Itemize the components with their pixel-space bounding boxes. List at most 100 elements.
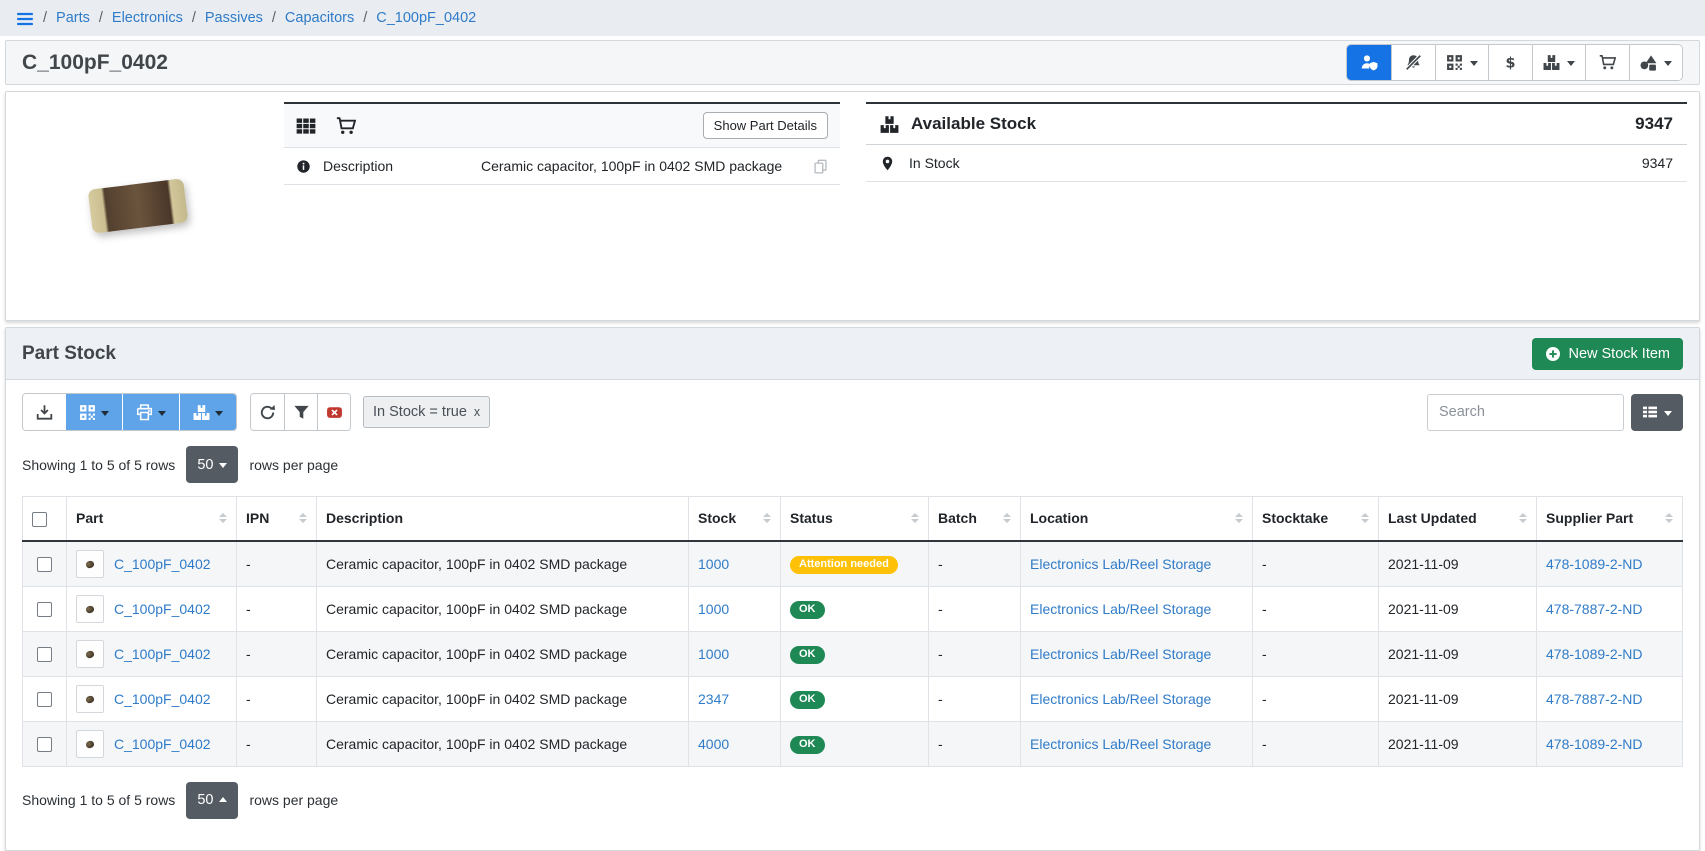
stock-link[interactable]: 1000 [698,556,729,572]
breadcrumb-link[interactable]: Capacitors [285,10,354,26]
part-link[interactable]: C_100pF_0402 [114,646,211,662]
location-link[interactable]: Electronics Lab/Reel Storage [1030,601,1211,617]
search-input[interactable] [1427,394,1624,431]
menu-icon[interactable] [16,10,34,26]
admin-button[interactable] [1347,45,1391,80]
notification-mute-button[interactable] [1391,45,1435,80]
last-updated-cell: 2021-11-09 [1379,541,1537,587]
sort-icon[interactable] [1353,513,1369,523]
sort-icon[interactable] [995,513,1011,523]
barcode-actions-button[interactable] [1435,45,1488,80]
column-header-ipn[interactable]: IPN [237,497,317,541]
cart-icon[interactable] [336,116,356,136]
row-checkbox[interactable] [37,647,52,662]
sort-icon[interactable] [903,513,919,523]
sort-icon[interactable] [755,513,771,523]
refresh-icon [259,404,276,421]
barcode-actions-button[interactable] [65,394,122,430]
part-stock-header: Part Stock New Stock Item [6,328,1699,380]
sort-icon[interactable] [1657,513,1673,523]
select-all-checkbox[interactable] [32,512,47,527]
stock-link[interactable]: 1000 [698,601,729,617]
print-actions-button[interactable] [122,394,179,430]
stock-table-row: C_100pF_0402-Ceramic capacitor, 100pF in… [23,721,1683,766]
export-button[interactable] [23,394,65,430]
stocktake-cell: - [1253,541,1379,587]
stock-summary-row: In Stock9347 [866,145,1687,182]
location-link[interactable]: Electronics Lab/Reel Storage [1030,556,1211,572]
chevron-down-icon [158,411,166,416]
stock-summary-label: In Stock [909,155,960,171]
order-actions-button[interactable] [1585,45,1629,80]
part-image[interactable] [18,102,258,310]
column-header-last-updated[interactable]: Last Updated [1379,497,1537,541]
page-size-select[interactable]: 50 [186,782,238,819]
breadcrumb-link[interactable]: Parts [56,10,90,26]
supplier-part-link[interactable]: 478-7887-2-ND [1546,691,1643,707]
sort-icon[interactable] [1511,513,1527,523]
page-size-select[interactable]: 50 [186,446,238,483]
description-cell: Ceramic capacitor, 100pF in 0402 SMD pac… [317,676,689,721]
location-link[interactable]: Electronics Lab/Reel Storage [1030,736,1211,752]
supplier-part-link[interactable]: 478-1089-2-ND [1546,646,1643,662]
row-checkbox[interactable] [37,737,52,752]
part-thumbnail [76,550,104,578]
breadcrumb-link[interactable]: Electronics [112,10,183,26]
row-checkbox[interactable] [37,557,52,572]
clear-filters-button[interactable] [317,394,350,430]
breadcrumb-separator: / [192,10,196,26]
location-link[interactable]: Electronics Lab/Reel Storage [1030,691,1211,707]
info-icon [296,159,311,174]
chevron-down-icon [1664,411,1672,416]
stock-link[interactable]: 2347 [698,691,729,707]
sort-icon[interactable] [291,513,307,523]
show-part-details-button[interactable]: Show Part Details [703,112,828,139]
breadcrumb-link[interactable]: Passives [205,10,263,26]
breadcrumb-link[interactable]: C_100pF_0402 [376,10,476,26]
part-link[interactable]: C_100pF_0402 [114,736,211,752]
stock-actions-button[interactable] [1532,45,1585,80]
batch-cell: - [929,631,1021,676]
pricing-button[interactable]: $ [1488,45,1532,80]
part-link[interactable]: C_100pF_0402 [114,556,211,572]
filter-button[interactable] [284,394,317,430]
column-header-supplier-part[interactable]: Supplier Part [1537,497,1683,541]
sort-icon[interactable] [1227,513,1243,523]
reload-button[interactable] [251,394,284,430]
new-stock-item-button[interactable]: New Stock Item [1532,338,1683,370]
ipn-cell: - [237,541,317,587]
row-checkbox[interactable] [37,692,52,707]
sort-icon[interactable] [211,513,227,523]
supplier-part-link[interactable]: 478-7887-2-ND [1546,601,1643,617]
grid-icon[interactable] [296,116,316,136]
column-header-stocktake[interactable]: Stocktake [1253,497,1379,541]
part-thumbnail [76,595,104,623]
remove-filter-icon[interactable]: x [474,405,480,419]
column-header-status[interactable]: Status [781,497,929,541]
ipn-cell: - [237,631,317,676]
copy-icon[interactable] [813,159,828,174]
supplier-part-link[interactable]: 478-1089-2-ND [1546,736,1643,752]
supplier-part-link[interactable]: 478-1089-2-ND [1546,556,1643,572]
ipn-cell: - [237,676,317,721]
rows-per-page-label: rows per page [249,457,338,473]
stock-link[interactable]: 4000 [698,736,729,752]
part-link[interactable]: C_100pF_0402 [114,691,211,707]
column-header-batch[interactable]: Batch [929,497,1021,541]
table-view-toggle-button[interactable] [1631,394,1683,431]
column-header-location[interactable]: Location [1021,497,1253,541]
stock-options-button[interactable] [179,394,236,430]
chevron-down-icon [219,463,227,468]
stock-link[interactable]: 1000 [698,646,729,662]
column-header-stock[interactable]: Stock [689,497,781,541]
part-link[interactable]: C_100pF_0402 [114,601,211,617]
part-actions-button[interactable] [1629,45,1682,80]
status-badge: OK [790,736,825,754]
row-checkbox[interactable] [37,602,52,617]
column-header-part[interactable]: Part [67,497,237,541]
part-stock-title: Part Stock [22,343,116,365]
location-link[interactable]: Electronics Lab/Reel Storage [1030,646,1211,662]
pin-icon [880,156,895,171]
rows-per-page-label: rows per page [249,792,338,808]
detail-label: Description [323,158,469,174]
